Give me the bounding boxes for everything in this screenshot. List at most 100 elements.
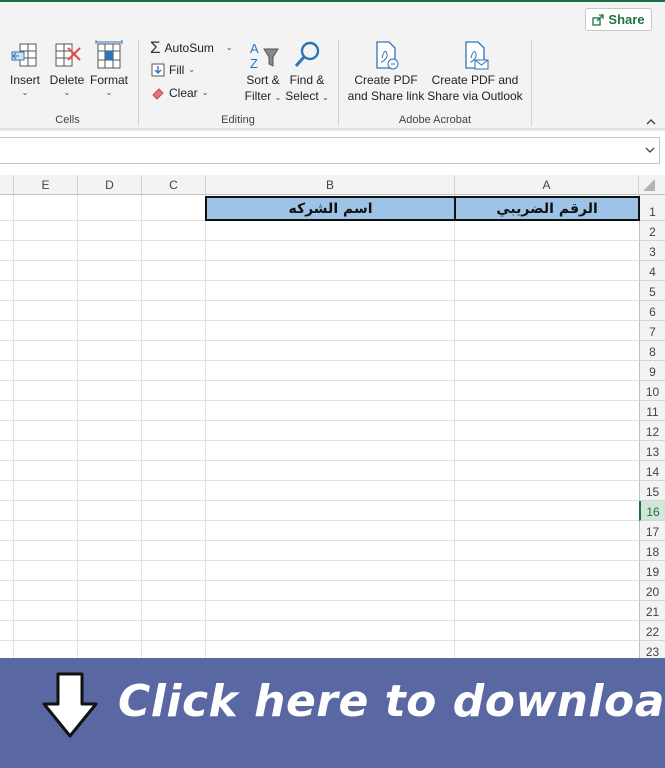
autosum-button[interactable]: Σ AutoSum ⌄ <box>150 38 233 57</box>
eraser-icon <box>152 88 164 100</box>
row-header-15[interactable]: 15 <box>639 481 665 501</box>
clear-label: Clear <box>169 86 198 100</box>
column-header-partial[interactable] <box>0 175 14 195</box>
grid-line <box>0 300 639 301</box>
row-header-16[interactable]: 16 <box>639 501 665 521</box>
formula-bar[interactable] <box>0 137 660 164</box>
grid-line <box>0 360 639 361</box>
row-header-2[interactable]: 2 <box>639 221 665 241</box>
row-header-14[interactable]: 14 <box>639 461 665 481</box>
column-header-a[interactable]: A <box>455 175 639 195</box>
create-outlook-line2: Share via Outlook <box>427 89 523 103</box>
download-link-text[interactable]: Click here to download <box>118 676 665 727</box>
magnifier-icon <box>294 41 320 67</box>
share-icon <box>592 13 605 26</box>
grid-line <box>0 340 639 341</box>
grid-line <box>0 480 639 481</box>
insert-button[interactable]: Insert ⌄ <box>6 40 44 98</box>
column-header-e[interactable]: E <box>14 175 78 195</box>
fill-button[interactable]: Fill ⌄ <box>151 63 195 77</box>
cell-a1[interactable]: الرقم الضريبي <box>454 196 640 221</box>
column-header-b[interactable]: B <box>206 175 455 195</box>
grid-line <box>0 380 639 381</box>
clear-button[interactable]: Clear ⌄ <box>151 86 208 100</box>
select-all-button[interactable] <box>639 175 665 195</box>
row-header-1[interactable]: 1 <box>639 195 665 221</box>
expand-formula-bar-icon[interactable] <box>645 145 655 155</box>
format-label: Format <box>89 73 128 87</box>
chevron-down-icon: ⌄ <box>105 88 113 97</box>
grid-line <box>0 560 639 561</box>
row-header-3[interactable]: 3 <box>639 241 665 261</box>
row-header-8[interactable]: 8 <box>639 341 665 361</box>
row-header-9[interactable]: 9 <box>639 361 665 381</box>
chevron-down-icon: ⌄ <box>21 88 29 97</box>
row-header-22[interactable]: 22 <box>639 621 665 641</box>
fill-down-icon <box>151 63 165 77</box>
grid-line <box>0 500 639 501</box>
grid-line <box>0 400 639 401</box>
worksheet-grid[interactable]: E D C B A 1 2 3 4 5 6 7 8 9 10 11 12 13 14 15 16 17 18 19 2… <box>0 175 665 658</box>
column-header-d[interactable]: D <box>78 175 142 195</box>
create-share-line2: and Share link <box>347 89 425 103</box>
row-header-12[interactable]: 12 <box>639 421 665 441</box>
grid-line <box>454 195 455 658</box>
grid-line <box>0 320 639 321</box>
share-button[interactable]: Share <box>585 8 652 31</box>
grid-line <box>0 460 639 461</box>
delete-label: Delete <box>49 73 85 87</box>
chevron-down-icon: ⌄ <box>201 88 209 97</box>
row-header-20[interactable]: 20 <box>639 581 665 601</box>
share-label: Share <box>608 12 645 27</box>
sort-filter-button[interactable]: A Z Sort & Filter ⌄ <box>241 40 285 104</box>
chevron-down-icon: ⌄ <box>322 93 329 102</box>
group-separator <box>338 40 339 126</box>
row-header-13[interactable]: 13 <box>639 441 665 461</box>
grid-line <box>0 600 639 601</box>
grid-line <box>0 420 639 421</box>
row-header-17[interactable]: 17 <box>639 521 665 541</box>
row-header-5[interactable]: 5 <box>639 281 665 301</box>
row-header-6[interactable]: 6 <box>639 301 665 321</box>
column-header-c[interactable]: C <box>142 175 206 195</box>
grid-line <box>0 240 639 241</box>
row-header-21[interactable]: 21 <box>639 601 665 621</box>
format-cells-icon <box>95 40 123 69</box>
delete-cells-icon <box>55 43 81 67</box>
download-arrow-icon <box>42 672 98 738</box>
format-button[interactable]: Format ⌄ <box>88 40 130 98</box>
collapse-ribbon-icon[interactable] <box>645 116 657 128</box>
chevron-down-icon: ⌄ <box>188 65 196 74</box>
fill-label: Fill <box>169 63 185 77</box>
create-pdf-outlook-button[interactable]: Create PDF and Share via Outlook <box>426 40 524 104</box>
sort-filter-icon: A Z <box>250 41 279 71</box>
group-separator <box>138 40 139 126</box>
cell-b1[interactable]: اسم الشركه <box>205 196 456 221</box>
sigma-icon: Σ <box>150 38 161 57</box>
ribbon: Share Insert ⌄ Delete ⌄ Format ⌄ Cells Σ… <box>0 0 665 130</box>
find-select-button[interactable]: Find & Select ⌄ <box>285 40 329 104</box>
svg-text:A: A <box>250 41 259 56</box>
row-header-23[interactable]: 23 <box>639 641 665 658</box>
grid-line <box>0 260 639 261</box>
grid-line <box>13 195 14 658</box>
row-header-10[interactable]: 10 <box>639 381 665 401</box>
create-pdf-share-link-button[interactable]: Create PDF and Share link <box>346 40 426 104</box>
row-header-7[interactable]: 7 <box>639 321 665 341</box>
row-header-4[interactable]: 4 <box>639 261 665 281</box>
create-outlook-line1: Create PDF and <box>431 73 519 87</box>
chevron-down-icon: ⌄ <box>225 43 233 52</box>
sort-label-line2: Filter ⌄ <box>244 89 282 103</box>
row-header-18[interactable]: 18 <box>639 541 665 561</box>
sort-label-line1: Sort & <box>246 73 280 87</box>
row-header-19[interactable]: 19 <box>639 561 665 581</box>
acrobat-group-label: Adobe Acrobat <box>398 114 472 126</box>
svg-text:Z: Z <box>250 56 258 71</box>
grid-line <box>0 540 639 541</box>
row-header-11[interactable]: 11 <box>639 401 665 421</box>
delete-button[interactable]: Delete ⌄ <box>48 40 86 98</box>
grid-line <box>0 580 639 581</box>
grid-line <box>0 520 639 521</box>
insert-cells-icon <box>11 43 37 67</box>
download-banner[interactable]: Click here to download <box>0 658 665 768</box>
